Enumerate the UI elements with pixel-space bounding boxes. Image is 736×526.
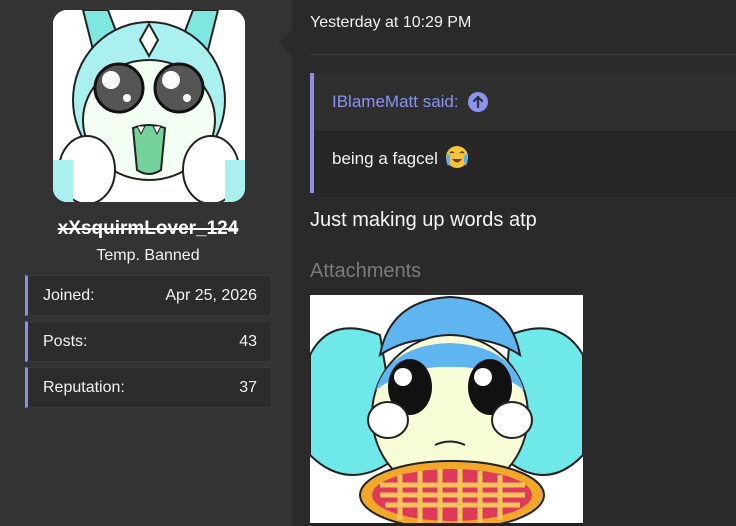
arrow-up-circle-icon[interactable] (467, 92, 488, 112)
stat-reputation: Reputation: 37 (25, 367, 272, 408)
avatar[interactable] (53, 10, 245, 202)
stat-joined: Joined: Apr 25, 2026 (25, 275, 272, 316)
avatar-image (53, 10, 245, 202)
message-pointer (279, 30, 292, 56)
attachment-image (310, 295, 583, 526)
crying-face-emoji (445, 146, 468, 168)
user-title-badge: Temp. Banned (96, 247, 200, 264)
quote-content: being a fagcel (332, 146, 470, 170)
stat-label: Joined: (43, 286, 95, 304)
quote-text: being a fagcel (332, 149, 438, 168)
quote-header: IBlameMatt said: (314, 73, 736, 131)
divider (310, 54, 736, 55)
stat-value: 37 (239, 378, 257, 396)
username[interactable]: xXsquirmLover_124 (0, 218, 296, 240)
message-timestamp[interactable]: Yesterday at 10:29 PM (310, 14, 471, 32)
message-body: Just making up words atp (310, 209, 537, 231)
stat-label: Reputation: (43, 378, 125, 396)
quote-author-link[interactable]: IBlameMatt said: (332, 92, 459, 112)
quote-block: IBlameMatt said: being a fagcel (310, 73, 736, 193)
stat-value: Apr 25, 2026 (165, 286, 257, 304)
attachment-thumbnail[interactable] (310, 295, 583, 526)
stat-label: Posts: (43, 332, 88, 350)
stat-value: 43 (239, 332, 257, 350)
message-panel: Yesterday at 10:29 PM IBlameMatt said: b… (279, 0, 736, 526)
attachments-heading: Attachments (310, 260, 422, 282)
stat-posts: Posts: 43 (25, 321, 272, 362)
user-panel: xXsquirmLover_124 Temp. Banned Joined: A… (0, 0, 292, 526)
